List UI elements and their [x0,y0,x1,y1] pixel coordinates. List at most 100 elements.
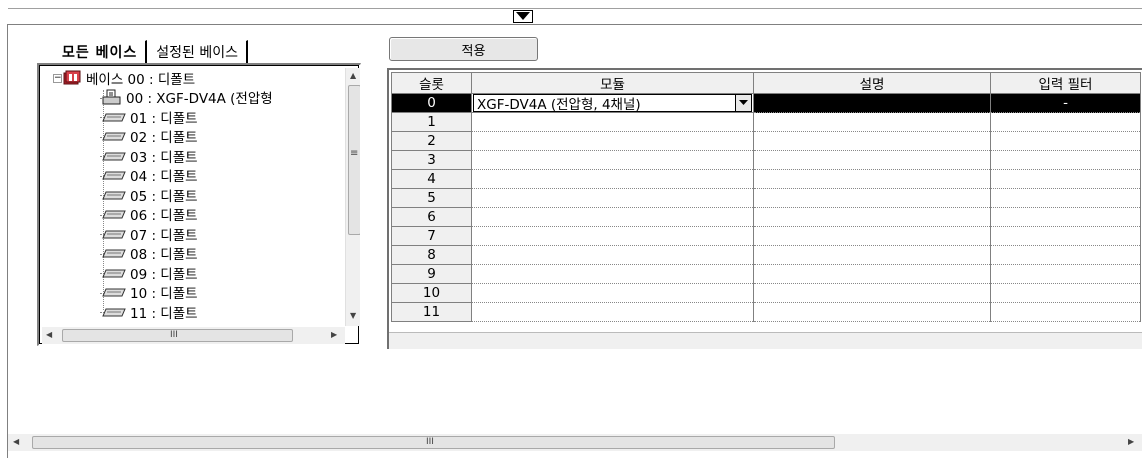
slot-cell[interactable]: 10 [391,283,472,303]
tree-item-slot-11[interactable]: 11 : 디폴트 [42,302,342,322]
scroll-left-arrow-icon[interactable]: ◀ [13,437,19,446]
module-cell[interactable] [471,150,754,170]
input-filter-cell[interactable] [990,226,1141,246]
tree-horizontal-scrollbar[interactable]: ◀ III ▶ [42,327,345,344]
module-cell[interactable] [471,283,754,303]
module-cell[interactable] [471,226,754,246]
description-cell[interactable] [753,131,991,151]
module-cell[interactable] [471,169,754,189]
table-row[interactable]: 11 [391,302,1141,322]
tree-item-slot-09[interactable]: 09 : 디폴트 [42,263,342,283]
module-select[interactable]: XGF-DV4A (전압형, 4채널) [473,94,752,113]
slot-cell[interactable]: 3 [391,150,472,170]
collapse-tree-icon[interactable]: − [53,74,62,83]
module-cell[interactable] [471,207,754,227]
input-filter-cell[interactable] [990,245,1141,265]
table-row[interactable]: 4 [391,169,1141,189]
description-cell[interactable] [753,93,991,113]
scroll-down-arrow-icon[interactable]: ▼ [350,311,356,320]
scroll-right-arrow-icon[interactable]: ▶ [331,330,337,339]
module-cell[interactable]: XGF-DV4A (전압형, 4채널) [471,93,754,113]
description-cell[interactable] [753,283,991,303]
module-cell[interactable] [471,131,754,151]
column-header-description[interactable]: 설명 [753,72,991,94]
description-cell[interactable] [753,245,991,265]
tree-item-slot-08[interactable]: 08 : 디폴트 [42,244,342,263]
tree-item-slot-01[interactable]: 01 : 디폴트 [42,107,342,127]
tree-item-slot-07[interactable]: 07 : 디폴트 [42,224,342,244]
grid-empty-area [389,332,1142,349]
input-filter-cell[interactable] [990,264,1141,284]
table-row[interactable]: 6 [391,207,1141,227]
input-filter-cell[interactable] [990,302,1141,322]
description-cell[interactable] [753,188,991,208]
module-cell[interactable] [471,188,754,208]
tree-item-slot-00[interactable]: 00 : XGF-DV4A (전압형 [42,87,342,108]
tree-vertical-scrollbar[interactable]: ▲ ≡ ▼ [345,68,360,326]
slot-cell[interactable]: 1 [391,112,472,132]
collapse-button[interactable] [513,10,533,23]
tree-vertical-scroll-thumb[interactable] [348,85,360,235]
tab-all-bases[interactable]: 모든 베이스 [53,40,148,63]
table-row[interactable]: 1 [391,112,1141,132]
description-cell[interactable] [753,112,991,132]
description-cell[interactable] [753,150,991,170]
input-filter-cell[interactable] [990,169,1141,189]
tree-item-slot-10[interactable]: 10 : 디폴트 [42,283,342,302]
description-cell[interactable] [753,264,991,284]
module-cell[interactable] [471,112,754,132]
dropdown-arrow-icon[interactable] [735,95,751,111]
module-cell[interactable] [471,245,754,265]
main-horizontal-scrollbar[interactable]: ◀ III ▶ [8,434,1142,451]
slot-cell[interactable]: 11 [391,302,472,322]
description-cell[interactable] [753,169,991,189]
table-row[interactable]: 5 [391,188,1141,208]
table-row[interactable]: 7 [391,226,1141,246]
tree-item-slot-03[interactable]: 03 : 디폴트 [42,146,342,166]
column-header-slot[interactable]: 슬롯 [391,72,472,94]
apply-button[interactable]: 적용 [389,37,538,61]
table-row[interactable]: 8 [391,245,1141,265]
tree-item-slot-05[interactable]: 05 : 디폴트 [42,185,342,205]
input-filter-cell[interactable] [990,283,1141,303]
slot-cell[interactable]: 6 [391,207,472,227]
slot-cell[interactable]: 8 [391,245,472,265]
scroll-right-arrow-icon[interactable]: ▶ [1128,437,1134,446]
description-cell[interactable] [753,207,991,227]
input-filter-cell[interactable] [990,131,1141,151]
input-filter-cell[interactable] [990,207,1141,227]
scroll-left-arrow-icon[interactable]: ◀ [46,330,52,339]
input-filter-cell[interactable] [990,188,1141,208]
table-row[interactable]: 0 XGF-DV4A (전압형, 4채널) - [391,93,1141,113]
description-cell[interactable] [753,302,991,322]
module-cell[interactable] [471,264,754,284]
tree-root-base-00[interactable]: − 베이스 00 : 디폴트 [42,68,342,88]
tree-item-label: 00 : XGF-DV4A (전압형 [126,87,273,108]
tree-item-slot-06[interactable]: 06 : 디폴트 [42,205,342,224]
main-horizontal-scroll-thumb[interactable]: III [32,436,835,449]
tab-configured-bases[interactable]: 설정된 베이스 [147,40,249,63]
tree-item-slot-04[interactable]: 04 : 디폴트 [42,166,342,185]
description-cell[interactable] [753,226,991,246]
column-header-input-filter[interactable]: 입력 필터 [990,72,1141,94]
base-tree-panel[interactable]: − 베이스 00 : 디폴트 00 : XGF-DV4A (전압형 01 : 디… [37,63,361,346]
slot-cell[interactable]: 2 [391,131,472,151]
slot-cell[interactable]: 0 [391,93,472,113]
scroll-up-arrow-icon[interactable]: ▲ [350,71,356,80]
slot-cell[interactable]: 9 [391,264,472,284]
input-filter-cell[interactable]: - [990,93,1141,113]
slot-cell[interactable]: 4 [391,169,472,189]
table-row[interactable]: 2 [391,131,1141,151]
input-filter-cell[interactable] [990,150,1141,170]
tree-item-slot-02[interactable]: 02 : 디폴트 [42,127,342,146]
input-filter-cell[interactable] [990,112,1141,132]
slot-cell[interactable]: 5 [391,188,472,208]
empty-slot-icon [102,267,126,279]
slot-cell[interactable]: 7 [391,226,472,246]
tree-horizontal-scroll-thumb[interactable]: III [62,329,293,342]
table-row[interactable]: 10 [391,283,1141,303]
column-header-module[interactable]: 모듈 [471,72,754,94]
module-cell[interactable] [471,302,754,322]
table-row[interactable]: 3 [391,150,1141,170]
table-row[interactable]: 9 [391,264,1141,284]
